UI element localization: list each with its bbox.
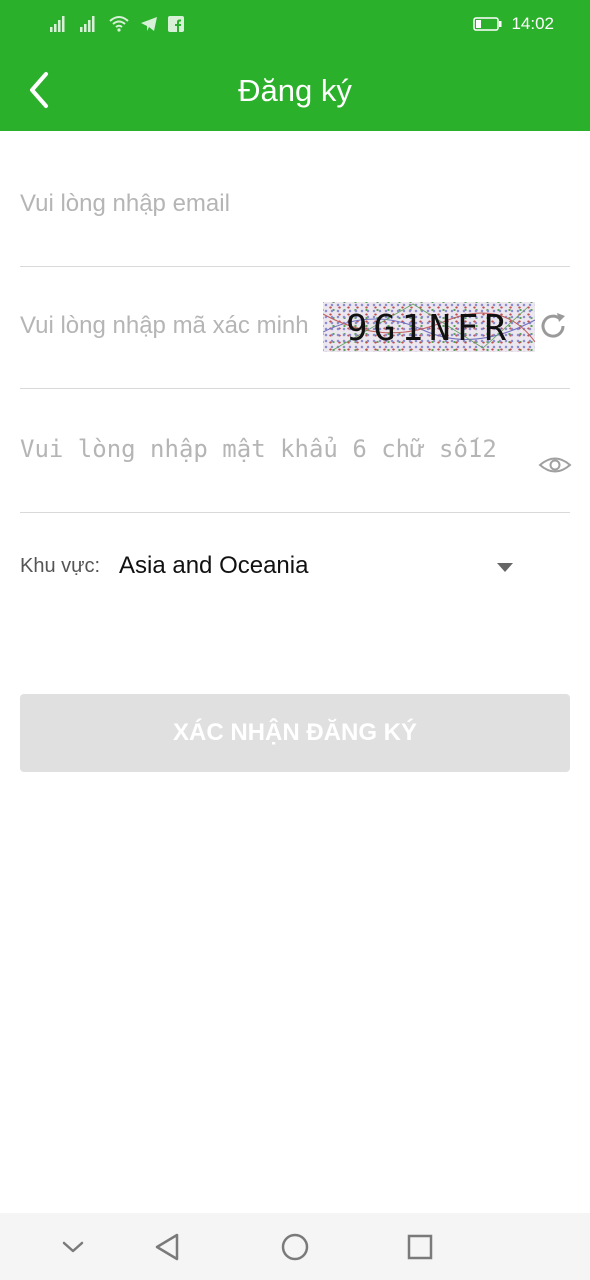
nav-home-button[interactable] (277, 1229, 313, 1265)
toggle-password-button[interactable] (538, 450, 572, 480)
captcha-text: 9G1NFR (345, 308, 513, 349)
status-bar: 14:02 (0, 0, 590, 50)
region-label: Khu vực: (20, 555, 101, 577)
email-field[interactable] (20, 188, 560, 220)
chevron-down-icon (62, 1241, 84, 1253)
signal-icon (50, 16, 65, 32)
dropdown-arrow-icon (497, 563, 513, 572)
nav-recents-button[interactable] (402, 1229, 438, 1265)
status-time: 14:02 (511, 14, 554, 33)
captcha-field-row: 9G1NFR (20, 290, 570, 389)
app-bar: Đăng ký (0, 50, 590, 131)
captcha-input[interactable] (20, 310, 320, 342)
facebook-icon (168, 16, 184, 32)
back-triangle-icon (155, 1233, 179, 1261)
wifi-icon (109, 16, 129, 32)
nav-back-button[interactable] (150, 1229, 186, 1265)
home-circle-icon (281, 1233, 309, 1261)
recents-square-icon (407, 1234, 433, 1260)
signal-icon (80, 16, 95, 32)
eye-icon (538, 457, 572, 473)
submit-register-label: XÁC NHẬN ĐĂNG KÝ (172, 719, 417, 746)
email-field-row (20, 168, 570, 267)
page-title: Đăng ký (238, 73, 352, 108)
password-field[interactable] (20, 432, 550, 466)
captcha-image[interactable]: 9G1NFR (323, 302, 535, 352)
status-icons-left (48, 14, 184, 34)
region-value: Asia and Oceania (119, 552, 309, 579)
refresh-captcha-button[interactable] (535, 308, 571, 344)
password-field-row (20, 412, 572, 513)
system-nav-bar (0, 1213, 590, 1280)
status-icons-right: 14:02 (473, 14, 554, 34)
nav-hide-button[interactable] (55, 1229, 91, 1265)
refresh-icon (541, 313, 565, 338)
region-select[interactable]: Khu vực: Asia and Oceania (20, 540, 570, 594)
telegram-icon (141, 17, 157, 31)
submit-register-button[interactable]: XÁC NHẬN ĐĂNG KÝ (20, 694, 570, 772)
battery-icon (473, 17, 502, 31)
